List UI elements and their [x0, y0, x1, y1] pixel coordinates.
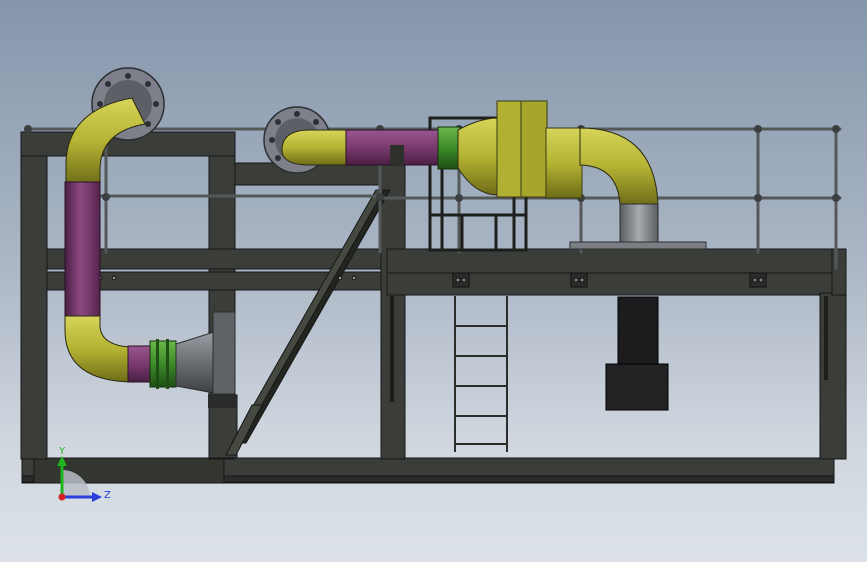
access-ladder[interactable] — [454, 296, 508, 452]
fan-housing-outlet[interactable] — [545, 127, 583, 199]
discharge-stack[interactable] — [619, 203, 659, 245]
pipe-support-block — [390, 145, 404, 165]
triad-z-label: Z — [104, 490, 111, 501]
left-vertical-pipe[interactable] — [64, 181, 101, 317]
right-deck-beam[interactable] — [386, 248, 835, 274]
cad-viewport[interactable]: Y Z — [0, 0, 867, 562]
reducer-bracket — [208, 394, 236, 408]
upper-green-coupling[interactable] — [437, 126, 461, 170]
triad-y-label: Y — [58, 446, 66, 457]
reducer-flange[interactable] — [212, 311, 236, 395]
outlet-elbow[interactable] — [579, 127, 659, 206]
left-green-coupling[interactable] — [149, 340, 177, 388]
left-lower-elbow[interactable] — [64, 315, 131, 383]
suction-bell[interactable] — [605, 363, 669, 411]
fan-housing-front[interactable] — [496, 100, 522, 198]
bracket-3 — [749, 272, 767, 288]
right-post[interactable] — [819, 292, 847, 460]
right-post-top — [831, 248, 847, 296]
bracket-2 — [570, 272, 588, 288]
left-post-outer[interactable] — [20, 131, 48, 460]
fan-housing-rear[interactable] — [520, 100, 548, 198]
stack-base-plate[interactable] — [569, 241, 707, 250]
model-scene[interactable]: Y Z — [0, 0, 867, 562]
suction-pipe[interactable] — [617, 296, 659, 366]
steel-frame[interactable] — [20, 131, 847, 484]
triad-origin — [58, 493, 66, 501]
middle-elbow[interactable] — [281, 129, 349, 166]
fan-inlet-transition[interactable] — [457, 117, 499, 196]
left-horizontal-pipe[interactable] — [127, 345, 153, 383]
reducer-cone[interactable] — [175, 331, 215, 394]
bracket-1 — [452, 272, 470, 288]
